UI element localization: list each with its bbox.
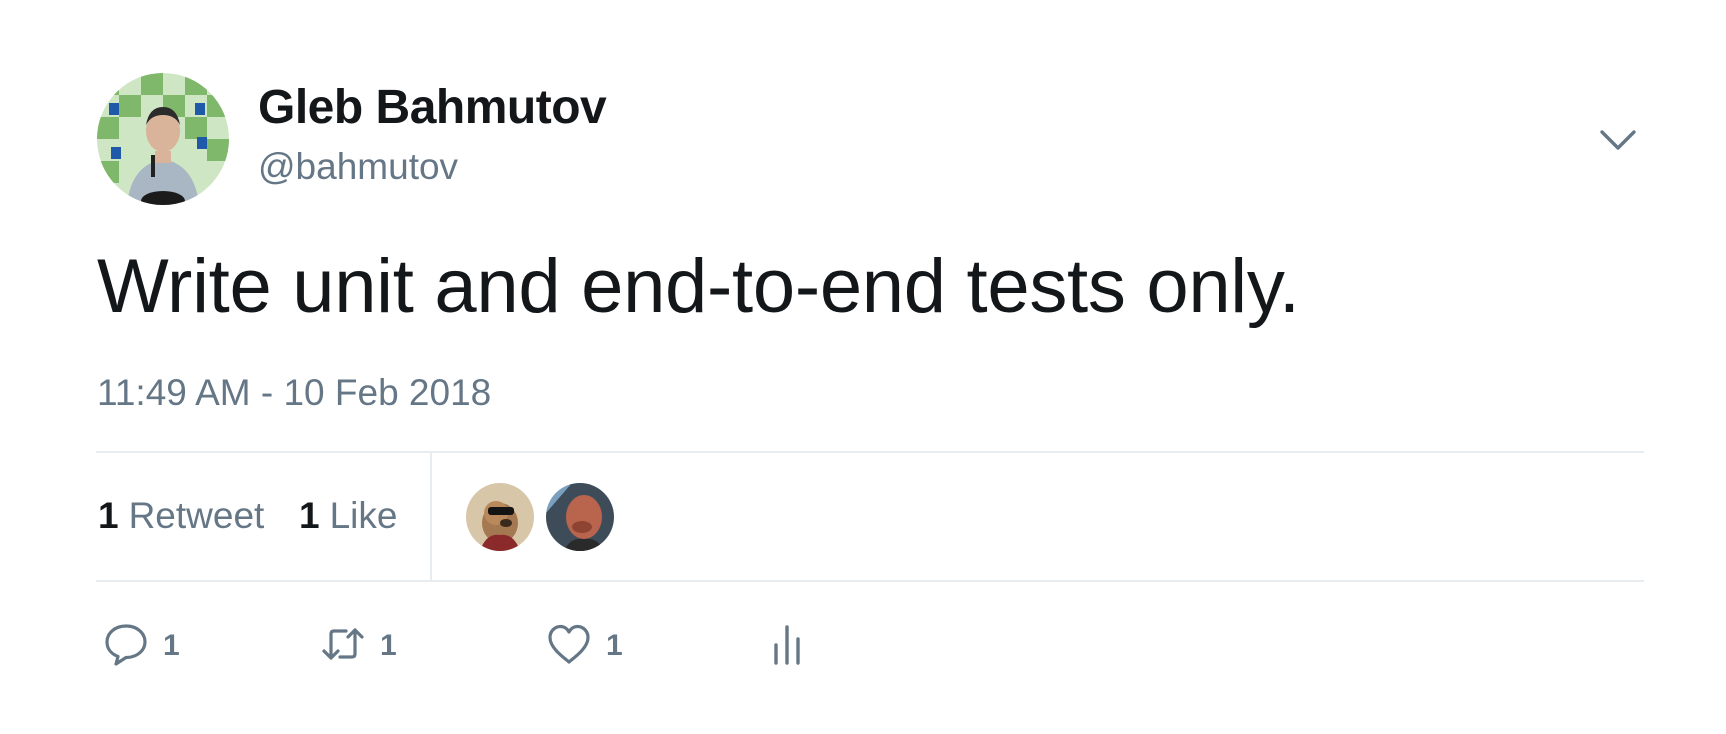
author-handle[interactable]: @bahmutov [258, 145, 458, 189]
tweet-text: Write unit and end-to-end tests only. [97, 244, 1300, 329]
reply-button[interactable]: 1 [103, 618, 180, 674]
author-name[interactable]: Gleb Bahmutov [258, 80, 607, 136]
liker-avatar[interactable] [466, 483, 534, 551]
like-stat-label: Like [329, 495, 398, 536]
analytics-button[interactable] [766, 618, 812, 674]
reply-count: 1 [163, 629, 180, 662]
like-count: 1 [606, 629, 623, 662]
like-stat[interactable]: 1 Like [299, 494, 397, 538]
stats-top-divider [96, 451, 1644, 453]
author-avatar[interactable] [97, 73, 229, 205]
retweet-stat-count: 1 [98, 495, 119, 536]
retweet-count: 1 [380, 629, 397, 662]
stats-vertical-divider [430, 452, 432, 580]
stats-bottom-divider [96, 580, 1644, 582]
like-stat-count: 1 [299, 495, 320, 536]
tweet-card: Gleb Bahmutov @bahmutov Write unit and e… [0, 0, 1726, 734]
retweet-icon [320, 621, 366, 672]
tweet-timestamp[interactable]: 11:49 AM - 10 Feb 2018 [97, 371, 491, 415]
retweet-stat-label: Retweet [128, 495, 265, 536]
chevron-down-icon[interactable] [1594, 116, 1642, 164]
retweet-button[interactable]: 1 [320, 618, 397, 674]
liker-avatar[interactable] [546, 483, 614, 551]
reply-icon [103, 621, 149, 672]
analytics-icon [766, 621, 812, 672]
like-button[interactable]: 1 [546, 618, 623, 674]
retweet-stat[interactable]: 1 Retweet [98, 494, 264, 538]
heart-icon [546, 621, 592, 672]
